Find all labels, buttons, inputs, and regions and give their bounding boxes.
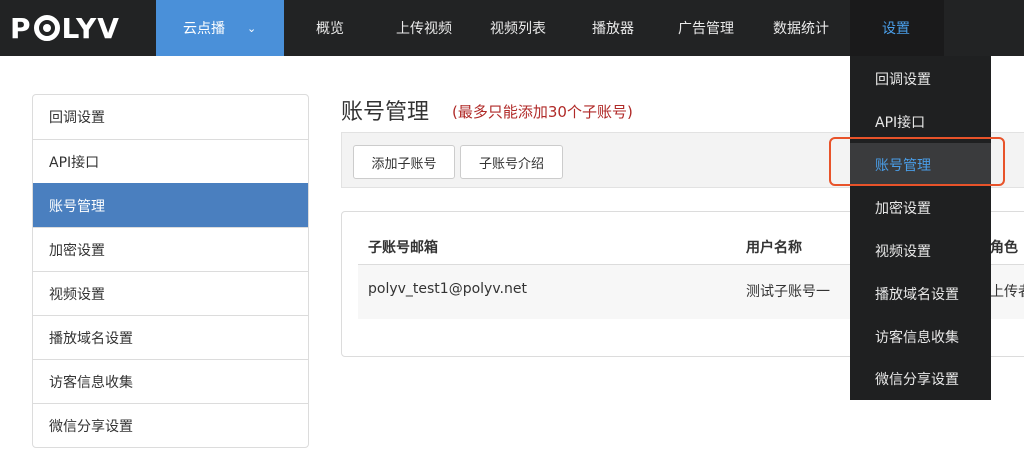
sidebar-item-video-settings[interactable]: 视频设置 [33, 271, 308, 315]
sub-account-intro-button[interactable]: 子账号介绍 [460, 145, 563, 179]
logo-text-right: LYV [61, 11, 120, 45]
dropdown-item-callback[interactable]: 回调设置 [850, 57, 991, 100]
cell-email: polyv_test1@polyv.net [368, 281, 527, 297]
sidebar-item-visitor-info[interactable]: 访客信息收集 [33, 359, 308, 403]
nav-video-list[interactable]: 视频列表 [490, 0, 546, 56]
settings-sidebar: 回调设置 API接口 账号管理 加密设置 视频设置 播放域名设置 访客信息收集 … [32, 94, 309, 448]
nav-settings[interactable]: 设置 [882, 0, 910, 56]
add-sub-account-button[interactable]: 添加子账号 [353, 145, 455, 179]
page-title: 账号管理 [341, 100, 430, 125]
product-label: 云点播 [183, 21, 225, 37]
logo-text-left: P [10, 11, 32, 45]
header-email: 子账号邮箱 [368, 240, 438, 256]
top-navbar: P LYV 云点播 ⌄ 概览 上传视频 视频列表 播放器 广告管理 数据统计 设… [0, 0, 1024, 56]
header-username: 用户名称 [746, 240, 802, 256]
product-switcher[interactable]: 云点播 ⌄ [156, 0, 284, 56]
dropdown-item-play-domain[interactable]: 播放域名设置 [850, 272, 991, 315]
logo-o-icon [33, 15, 60, 41]
dropdown-item-encryption[interactable]: 加密设置 [850, 186, 991, 229]
header-role: 角色 [990, 240, 1018, 256]
dropdown-item-wechat-share[interactable]: 微信分享设置 [850, 357, 991, 400]
cell-username: 测试子账号一 [746, 284, 830, 300]
cell-role: 上传者 [990, 284, 1024, 300]
sidebar-item-account[interactable]: 账号管理 [33, 183, 308, 227]
sidebar-item-play-domain[interactable]: 播放域名设置 [33, 315, 308, 359]
sidebar-item-wechat-share[interactable]: 微信分享设置 [33, 403, 308, 447]
polyv-logo[interactable]: P LYV [10, 11, 120, 45]
nav-overview[interactable]: 概览 [316, 0, 344, 56]
dropdown-item-video-settings[interactable]: 视频设置 [850, 229, 991, 272]
sidebar-item-api[interactable]: API接口 [33, 139, 308, 183]
sub-account-limit-note: (最多只能添加30个子账号) [452, 103, 633, 121]
dropdown-item-visitor-info[interactable]: 访客信息收集 [850, 315, 991, 358]
sidebar-item-encryption[interactable]: 加密设置 [33, 227, 308, 271]
sidebar-item-callback[interactable]: 回调设置 [33, 95, 308, 139]
account-management-highlight [829, 137, 1005, 186]
nav-upload-video[interactable]: 上传视频 [396, 0, 452, 56]
nav-player[interactable]: 播放器 [592, 0, 634, 56]
nav-data-stats[interactable]: 数据统计 [773, 0, 829, 56]
chevron-down-icon: ⌄ [247, 21, 257, 35]
nav-ad-management[interactable]: 广告管理 [678, 0, 734, 56]
settings-dropdown-menu: 回调设置 API接口 账号管理 加密设置 视频设置 播放域名设置 访客信息收集 … [850, 56, 991, 400]
